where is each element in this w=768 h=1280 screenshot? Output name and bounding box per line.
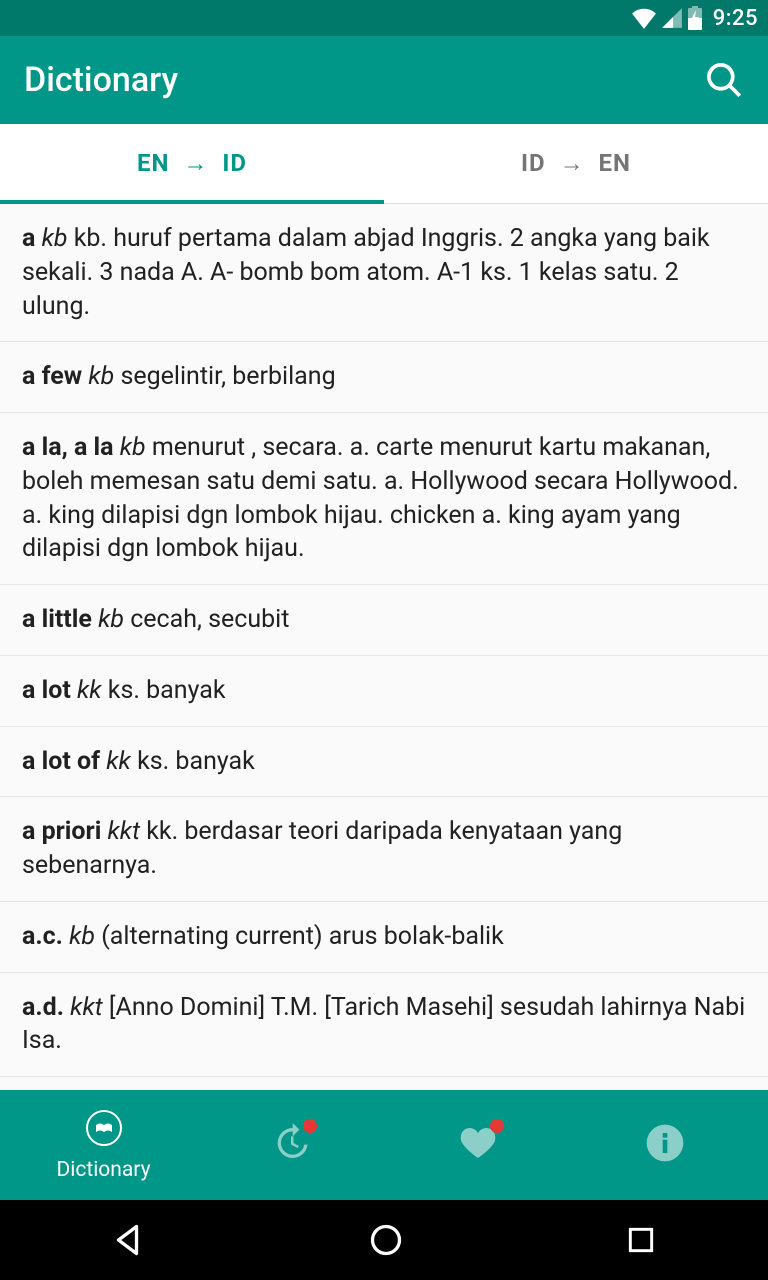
list-item[interactable]: a lot kk ks. banyak bbox=[0, 656, 768, 727]
entry-term: a little bbox=[22, 605, 92, 634]
status-bar: 9:25 bbox=[0, 0, 768, 36]
notification-badge bbox=[303, 1119, 317, 1133]
nav-dictionary-label: Dictionary bbox=[56, 1158, 150, 1182]
tab-id-to-en[interactable]: ID → EN bbox=[384, 124, 768, 203]
entry-type: kb bbox=[120, 433, 146, 462]
entry-term: a.d. bbox=[22, 993, 64, 1022]
entry-definition: (alternating current) arus bolak-balik bbox=[101, 922, 504, 951]
bottom-nav: Dictionary bbox=[0, 1090, 768, 1200]
entry-term: a priori bbox=[22, 817, 101, 846]
entry-definition: ks. banyak bbox=[108, 676, 226, 705]
list-item[interactable]: a kb kb. huruf pertama dalam abjad Inggr… bbox=[0, 204, 768, 342]
app-bar: Dictionary bbox=[0, 36, 768, 124]
entry-term: a few bbox=[22, 362, 82, 391]
entries-list[interactable]: a kb kb. huruf pertama dalam abjad Inggr… bbox=[0, 204, 768, 1090]
battery-charging-icon bbox=[687, 6, 703, 30]
list-item[interactable]: a.c. kb (alternating current) arus bolak… bbox=[0, 902, 768, 973]
status-time: 9:25 bbox=[713, 6, 758, 31]
list-item[interactable]: a little kb cecah, secubit bbox=[0, 585, 768, 656]
book-open-icon bbox=[84, 1108, 124, 1148]
entry-term: a bbox=[22, 224, 35, 253]
app-title: Dictionary bbox=[24, 60, 704, 100]
back-triangle-icon bbox=[111, 1222, 147, 1258]
list-item[interactable]: a few kb segelintir, berbilang bbox=[0, 342, 768, 413]
back-button[interactable] bbox=[111, 1222, 147, 1258]
entry-type: kb bbox=[69, 922, 95, 951]
home-button[interactable] bbox=[368, 1222, 404, 1258]
tab-en-to-id[interactable]: EN → ID bbox=[0, 124, 384, 203]
entry-term: a lot of bbox=[22, 747, 100, 776]
entry-type: kb bbox=[88, 362, 114, 391]
entry-type: kb bbox=[42, 224, 68, 253]
nav-history[interactable] bbox=[197, 1090, 384, 1200]
cell-signal-icon bbox=[661, 7, 683, 29]
entry-definition: cecah, secubit bbox=[130, 605, 289, 634]
entry-type: kkt bbox=[70, 993, 103, 1022]
notification-badge bbox=[490, 1119, 504, 1133]
entry-term: a.c. bbox=[22, 922, 63, 951]
nav-favorites[interactable] bbox=[384, 1090, 571, 1200]
list-item[interactable]: a.d. kkt [Anno Domini] T.M. [Tarich Mase… bbox=[0, 973, 768, 1078]
entry-definition: ks. banyak bbox=[137, 747, 255, 776]
system-nav-bar bbox=[0, 1200, 768, 1280]
recents-button[interactable] bbox=[625, 1224, 657, 1256]
list-item[interactable]: a lot of kk ks. banyak bbox=[0, 727, 768, 798]
nav-dictionary[interactable]: Dictionary bbox=[10, 1090, 197, 1200]
wifi-icon bbox=[631, 7, 657, 29]
list-item[interactable]: a la, a la kb menurut , secara. a. carte… bbox=[0, 413, 768, 585]
search-icon bbox=[705, 61, 743, 99]
entry-term: a lot bbox=[22, 676, 71, 705]
list-item[interactable]: a priori kkt kk. berdasar teori daripada… bbox=[0, 797, 768, 902]
home-circle-icon bbox=[368, 1222, 404, 1258]
entry-type: kk bbox=[77, 676, 102, 705]
entry-definition: kb. huruf pertama dalam abjad Inggris. 2… bbox=[22, 224, 710, 321]
entry-type: kk bbox=[106, 747, 131, 776]
entry-term: a la, a la bbox=[22, 433, 114, 462]
entry-definition: [Anno Domini] T.M. [Tarich Masehi] sesud… bbox=[22, 993, 745, 1056]
entry-definition: segelintir, berbilang bbox=[120, 362, 335, 391]
entry-type: kkt bbox=[108, 817, 141, 846]
entry-type: kb bbox=[98, 605, 124, 634]
search-button[interactable] bbox=[704, 60, 744, 100]
info-icon bbox=[645, 1123, 685, 1163]
recents-square-icon bbox=[625, 1224, 657, 1256]
nav-info[interactable] bbox=[571, 1090, 758, 1200]
direction-tabs: EN → ID ID → EN bbox=[0, 124, 768, 204]
